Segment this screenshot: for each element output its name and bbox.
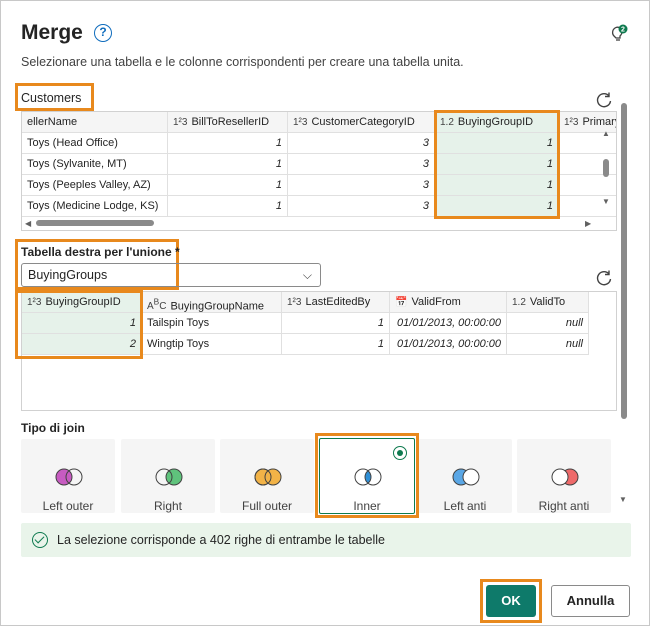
- calendar-icon: 📅: [395, 297, 408, 308]
- scrollbar-thumb[interactable]: [36, 220, 154, 226]
- left-table-vertical-scrollbar[interactable]: ▲ ▼: [601, 129, 613, 209]
- scrollbar-thumb[interactable]: [621, 103, 627, 419]
- join-card-right-anti[interactable]: Right anti: [517, 439, 611, 513]
- venn-left-outer-icon: [55, 468, 83, 486]
- dialog-subtitle: Selezionare una tabella e le colonne cor…: [21, 55, 464, 69]
- scrollbar-thumb[interactable]: [603, 159, 609, 177]
- column-header[interactable]: 1.2 ValidTo: [507, 292, 589, 313]
- scroll-left-icon[interactable]: ◀: [25, 219, 31, 228]
- table-cell: 3: [288, 133, 435, 154]
- right-table-label: Tabella destra per l'unione *: [21, 245, 180, 259]
- table-cell: null: [507, 313, 589, 334]
- table-cell: 1: [168, 175, 288, 196]
- column-header[interactable]: 📅 ValidFrom: [390, 292, 507, 313]
- left-column-highlight: [434, 110, 560, 219]
- column-header[interactable]: 1²3 CustomerCategoryID: [288, 112, 435, 133]
- cancel-button[interactable]: Annulla: [551, 585, 630, 617]
- join-card-label: Right: [153, 499, 182, 513]
- venn-full-outer-icon: [254, 468, 282, 486]
- ok-button[interactable]: OK: [486, 585, 536, 617]
- table-cell: Tailspin Toys: [142, 313, 282, 334]
- table-cell: 01/01/2013, 00:00:00: [390, 334, 507, 355]
- right-table-select[interactable]: BuyingGroups ⌵: [21, 263, 321, 287]
- table-cell: Toys (Sylvanite, MT): [22, 154, 168, 175]
- join-card-label: Left outer: [42, 499, 94, 513]
- table-cell: 1: [282, 334, 390, 355]
- dialog-vertical-scrollbar[interactable]: [620, 101, 628, 421]
- join-card-left-outer[interactable]: Left outer: [21, 439, 115, 513]
- chevron-down-icon: ⌵: [302, 268, 312, 282]
- scroll-down-icon[interactable]: ▼: [619, 495, 627, 504]
- table-cell: null: [507, 334, 589, 355]
- left-table-name: Customers: [21, 91, 82, 105]
- venn-right-anti-icon: [551, 468, 579, 486]
- table-cell: 3: [288, 154, 435, 175]
- table-cell: Toys (Peeples Valley, AZ): [22, 175, 168, 196]
- table-cell: Wingtip Toys: [142, 334, 282, 355]
- lightbulb-icon[interactable]: 2: [607, 23, 629, 45]
- check-circle-icon: [32, 532, 48, 548]
- svg-text:2: 2: [621, 27, 625, 34]
- scroll-up-icon[interactable]: ▲: [602, 129, 610, 138]
- table-cell: 1: [282, 313, 390, 334]
- join-card-right[interactable]: Right: [121, 439, 215, 513]
- dialog-title: Merge: [21, 21, 83, 44]
- scroll-down-icon[interactable]: ▼: [602, 197, 610, 206]
- join-type-label: Tipo di join: [21, 421, 85, 435]
- join-card-left-anti[interactable]: Left anti: [418, 439, 512, 513]
- scroll-right-icon[interactable]: ▶: [585, 219, 591, 228]
- join-card-label: Left anti: [443, 499, 487, 513]
- table-cell: Toys (Medicine Lodge, KS): [22, 196, 168, 217]
- help-icon[interactable]: ?: [94, 24, 112, 42]
- match-status-text: La selezione corrisponde a 402 righe di …: [57, 533, 385, 547]
- join-card-full-outer[interactable]: Full outer: [220, 439, 314, 513]
- join-card-label: Right anti: [538, 499, 590, 513]
- table-cell: 3: [288, 175, 435, 196]
- table-cell: 1: [168, 196, 288, 217]
- table-cell: 1: [168, 154, 288, 175]
- right-column-highlight: [15, 290, 143, 359]
- column-header[interactable]: ellerName: [22, 112, 168, 133]
- table-cell: 3: [288, 196, 435, 217]
- match-status-bar: La selezione corrisponde a 402 righe di …: [21, 523, 631, 557]
- table-cell: 01/01/2013, 00:00:00: [390, 313, 507, 334]
- column-header[interactable]: ABC BuyingGroupName: [142, 292, 282, 313]
- refresh-icon[interactable]: [595, 91, 613, 109]
- table-cell: Toys (Head Office): [22, 133, 168, 154]
- right-table-selected-value: BuyingGroups: [28, 268, 108, 282]
- merge-dialog: Merge ? 2 Selezionare una tabella e le c…: [0, 0, 650, 626]
- join-card-label: Full outer: [241, 499, 293, 513]
- inner-join-highlight: [315, 433, 419, 518]
- table-cell: 1: [168, 133, 288, 154]
- refresh-icon[interactable]: [595, 269, 613, 287]
- venn-left-anti-icon: [452, 468, 480, 486]
- column-header[interactable]: 1²3 LastEditedBy: [282, 292, 390, 313]
- venn-right-icon: [155, 468, 183, 486]
- column-header[interactable]: 1²3 BillToResellerID: [168, 112, 288, 133]
